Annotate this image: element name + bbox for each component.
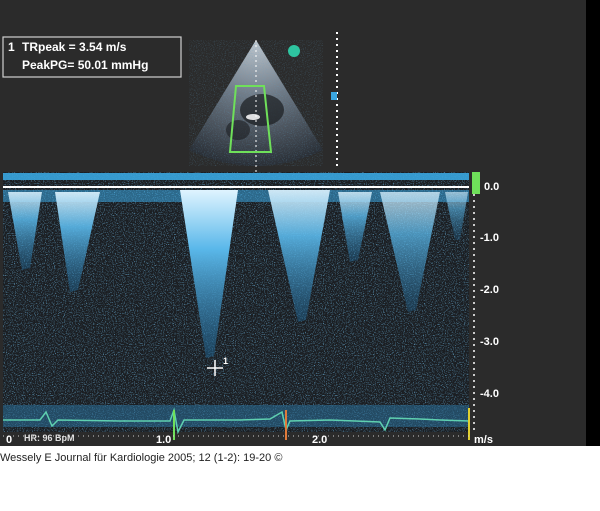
peak-pg-label: PeakPG= 50.01 mmHg bbox=[22, 58, 148, 72]
scale-label-0: 0.0 bbox=[484, 181, 499, 193]
time-label-0: 0 bbox=[6, 434, 12, 446]
orientation-marker-icon bbox=[288, 45, 300, 57]
measurement-index: 1 bbox=[8, 40, 15, 54]
scale-label-4: -4.0 bbox=[480, 388, 499, 400]
heart-rate-label: HR: 96 BpM bbox=[24, 433, 75, 443]
scale-label-2: -2.0 bbox=[480, 284, 499, 296]
doppler-spectrum bbox=[3, 172, 469, 432]
time-unit-label: m/s bbox=[474, 434, 493, 446]
time-label-1: 1.0 bbox=[156, 434, 171, 446]
time-label-2: 2.0 bbox=[312, 434, 327, 446]
scale-label-1: -1.0 bbox=[480, 232, 499, 244]
image-caption: Wessely E Journal für Kardiologie 2005; … bbox=[0, 452, 283, 464]
cursor-marker-label: 1 bbox=[223, 356, 228, 366]
echo-doppler-image: 1 TRpeak = 3.54 m/s PeakPG= 50.01 mmHg 1… bbox=[0, 0, 600, 446]
tr-peak-label: TRpeak = 3.54 m/s bbox=[22, 40, 127, 54]
scale-label-3: -3.0 bbox=[480, 336, 499, 348]
